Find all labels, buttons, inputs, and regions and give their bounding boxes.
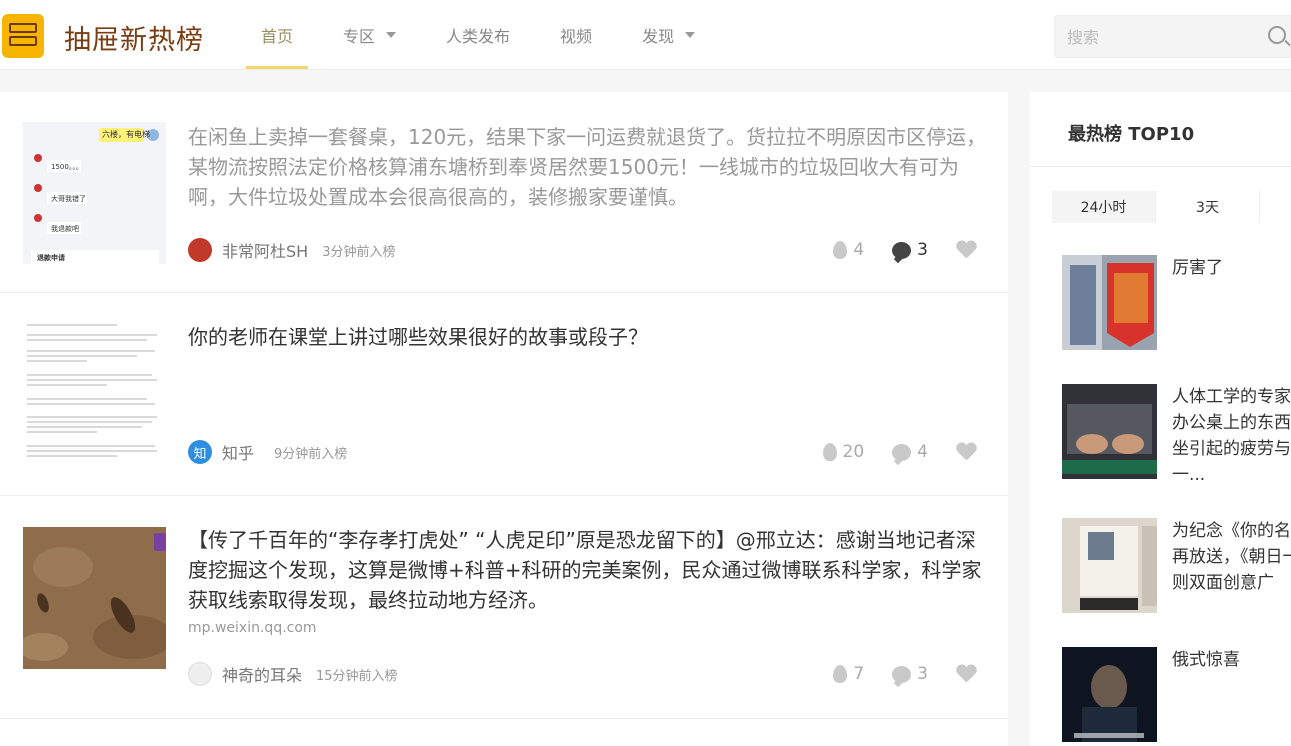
avatar[interactable]	[188, 238, 212, 262]
search-input[interactable]	[1067, 26, 1257, 48]
feed-item: 你的老师在课堂上讲过哪些效果很好的故事或段子？ 知 知乎 9分钟前入榜 20 4	[0, 294, 1008, 496]
divider	[1030, 166, 1291, 167]
nav-video[interactable]: 视频	[545, 0, 607, 70]
post-time: 15分钟前入榜	[316, 668, 398, 684]
heart-icon	[956, 241, 976, 259]
nav-human-posts[interactable]: 人类发布	[431, 0, 525, 70]
hot-item-title[interactable]: 厉害了	[1172, 255, 1291, 281]
tab-week[interactable]: 一周	[1260, 191, 1291, 223]
chevron-down-icon	[685, 32, 696, 38]
source-url[interactable]: mp.weixin.qq.com	[188, 620, 317, 636]
hot-list-item[interactable]: 俄式惊喜	[1062, 647, 1291, 743]
flame-icon	[833, 241, 848, 259]
post-time: 9分钟前入榜	[274, 446, 348, 462]
drawer-logo-icon[interactable]	[2, 14, 44, 58]
footprint-photo-thumbnail[interactable]	[23, 527, 166, 669]
source-link[interactable]: 非常阿杜SH	[222, 238, 308, 262]
flame-icon	[822, 443, 837, 461]
hot-item-title[interactable]: 俄式惊喜	[1172, 647, 1291, 673]
nav-zones[interactable]: 专区	[328, 0, 411, 70]
post-time: 3分钟前入榜	[322, 244, 396, 260]
avatar[interactable]: 知	[188, 440, 212, 464]
hot-item-image[interactable]	[1062, 518, 1157, 613]
top-header: 抽屉新热榜 首页 专区 人类发布 视频 发现	[0, 0, 1291, 70]
hot-item-title[interactable]: 为纪念《你的名再放送，《朝日一则双面创意广	[1172, 518, 1291, 596]
hot-top10-sidebar: 最热榜 TOP10 24小时 3天 一周 厉害了	[1030, 92, 1291, 746]
feed-item: 六楼，有电梯 1500。。。 大哥我错了 我退款吧 退款申请 在闲鱼上卖掉一套餐…	[0, 92, 1008, 293]
main-nav: 首页 专区 人类发布 视频 发现	[246, 0, 730, 70]
item-title-link[interactable]: 【传了千百年的“李存孝打虎处” “人虎足印”原是恐龙留下的】@邢立达：感谢当地记…	[188, 525, 988, 615]
like-button[interactable]: 7	[833, 664, 864, 684]
ear-avatar[interactable]	[188, 662, 212, 686]
favorite-button[interactable]	[956, 241, 976, 259]
item-meta: 非常阿杜SH 3分钟前入榜	[188, 237, 395, 263]
item-stats: 20 4	[795, 439, 976, 465]
item-meta: 知 知乎 9分钟前入榜	[188, 439, 347, 465]
news-feed: 六楼，有电梯 1500。。。 大哥我错了 我退款吧 退款申请 在闲鱼上卖掉一套餐…	[0, 92, 1008, 746]
comment-icon	[892, 241, 912, 259]
nav-home[interactable]: 首页	[246, 0, 309, 70]
search-box	[1054, 15, 1291, 58]
site-logo-text[interactable]: 抽屉新热榜	[64, 18, 204, 57]
chat-screenshot-thumbnail[interactable]: 六楼，有电梯 1500。。。 大哥我错了 我退款吧 退款申请	[23, 122, 166, 264]
nav-discover[interactable]: 发现	[627, 0, 710, 70]
item-stats: 7 3	[805, 661, 976, 687]
hot-item-image[interactable]	[1062, 647, 1157, 742]
comment-button[interactable]: 3	[892, 240, 928, 260]
item-title-link[interactable]: 在闲鱼上卖掉一套餐桌，120元，结果下家一问运费就退货了。货拉拉不明原因市区停运…	[188, 122, 988, 212]
source-link[interactable]: 神奇的耳朵	[222, 662, 302, 686]
sidebar-title: 最热榜 TOP10	[1068, 124, 1195, 145]
hot-item-image[interactable]	[1062, 384, 1157, 479]
hot-list-item[interactable]: 人体工学的专家办公桌上的东西坐引起的疲劳与一...	[1062, 384, 1291, 485]
source-link[interactable]: 知乎	[222, 440, 254, 464]
tab-3days[interactable]: 3天	[1156, 191, 1260, 223]
flame-icon	[833, 665, 848, 683]
comment-icon	[892, 443, 912, 461]
hot-item-title[interactable]: 人体工学的专家办公桌上的东西坐引起的疲劳与一...	[1172, 384, 1291, 488]
comment-icon	[892, 665, 912, 683]
item-stats: 4 3	[805, 237, 976, 263]
tab-24h[interactable]: 24小时	[1052, 191, 1156, 223]
like-button[interactable]: 20	[822, 442, 864, 462]
heart-icon	[956, 443, 976, 461]
search-icon[interactable]	[1268, 26, 1286, 44]
chevron-down-icon	[386, 32, 397, 38]
like-button[interactable]: 4	[833, 240, 864, 260]
time-range-tabs: 24小时 3天 一周	[1052, 191, 1291, 223]
item-title-link[interactable]: 你的老师在课堂上讲过哪些效果很好的故事或段子？	[188, 322, 988, 352]
comment-button[interactable]: 4	[892, 442, 928, 462]
feed-item: 【传了千百年的“李存孝打虎处” “人虎足印”原是恐龙留下的】@邢立达：感谢当地记…	[0, 497, 1008, 719]
hot-item-image[interactable]	[1062, 255, 1157, 350]
item-meta: 神奇的耳朵 15分钟前入榜	[188, 661, 398, 687]
hot-list-item[interactable]: 为纪念《你的名再放送，《朝日一则双面创意广	[1062, 518, 1291, 614]
favorite-button[interactable]	[956, 665, 976, 683]
article-text-thumbnail[interactable]	[23, 322, 166, 464]
comment-button[interactable]: 3	[892, 664, 928, 684]
hot-list-item[interactable]: 厉害了	[1062, 255, 1291, 351]
heart-icon	[956, 665, 976, 683]
favorite-button[interactable]	[956, 443, 976, 461]
